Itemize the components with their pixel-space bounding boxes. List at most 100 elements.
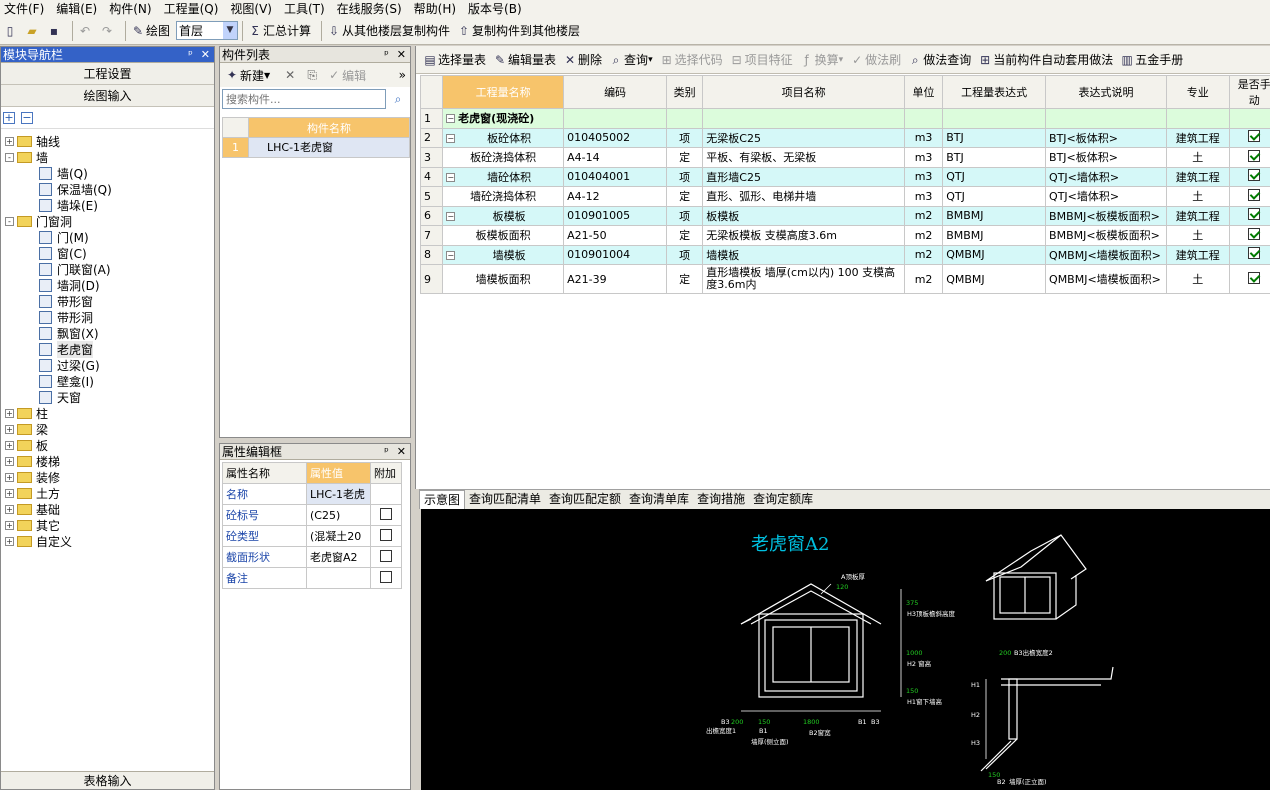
- quantity-cell-spec[interactable]: 土: [1166, 147, 1230, 168]
- quantity-cell-desc[interactable]: BTJ<板体积>: [1045, 147, 1168, 168]
- expand-icon[interactable]: +: [5, 408, 14, 418]
- quantity-cell-expr[interactable]: QMBMJ: [942, 244, 1047, 265]
- draw-button[interactable]: ✎ 绘图: [130, 22, 170, 39]
- component-row[interactable]: 1 LHC-1老虎窗: [222, 137, 410, 158]
- menu-item[interactable]: 编辑(E): [56, 0, 97, 17]
- quantity-tool-3[interactable]: ⌕ 查询 ▾: [608, 51, 653, 68]
- quantity-tool-5[interactable]: ⊟ 项目特征: [729, 51, 793, 68]
- tree-folder[interactable]: + 板: [1, 437, 214, 453]
- quantity-cell-name[interactable]: 板砼浇捣体积: [442, 147, 565, 168]
- property-row[interactable]: 截面形状 老虎窗A2: [222, 546, 402, 568]
- delete-icon[interactable]: ✕: [282, 67, 298, 83]
- quantity-cell-proj[interactable]: 墙模板: [702, 244, 905, 265]
- quantity-cell-spec[interactable]: 建筑工程: [1166, 205, 1230, 226]
- menu-item[interactable]: 文件(F): [4, 0, 44, 17]
- quantity-cell-spec[interactable]: 建筑工程: [1166, 166, 1230, 187]
- bottom-tab[interactable]: 查询匹配定额: [545, 490, 625, 509]
- quantity-cell-spec[interactable]: [1166, 108, 1230, 129]
- quantity-cell-cat[interactable]: 项: [665, 205, 704, 226]
- quantity-tool-4[interactable]: ⊞ 选择代码: [659, 51, 723, 68]
- quantity-cell-name[interactable]: − 板模板: [442, 205, 565, 226]
- save-button[interactable]: ▪: [46, 23, 62, 39]
- tree-item[interactable]: 带形洞: [1, 309, 214, 325]
- tree-folder[interactable]: + 基础: [1, 501, 214, 517]
- quantity-cell-proj[interactable]: 平板、有梁板、无梁板: [702, 147, 905, 168]
- manual-checkbox[interactable]: [1248, 271, 1261, 284]
- quantity-cell-spec[interactable]: 建筑工程: [1166, 127, 1230, 148]
- quantity-header[interactable]: 表达式说明: [1045, 75, 1168, 109]
- menu-item[interactable]: 版本号(B): [468, 0, 522, 17]
- expand-all-icon[interactable]: +: [3, 111, 15, 124]
- quantity-cell-code[interactable]: A21-39: [563, 264, 667, 294]
- tree-item[interactable]: 保温墙(Q): [1, 181, 214, 197]
- quantity-row[interactable]: 2− 板砼体积 010405002 项无梁板C25 m3 BTJ BTJ<板体积> 建筑工程: [419, 127, 1270, 148]
- close-icon[interactable]: ✕: [201, 48, 210, 61]
- expand-icon[interactable]: +: [5, 440, 14, 450]
- collapse-icon[interactable]: −: [446, 133, 456, 143]
- close-icon[interactable]: ✕: [397, 445, 406, 458]
- tree-item[interactable]: 门(M): [1, 229, 214, 245]
- property-row[interactable]: 砼类型 (混凝土20: [222, 525, 402, 547]
- bottom-tab[interactable]: 示意图: [419, 490, 466, 509]
- property-row[interactable]: 砼标号 (C25): [222, 504, 402, 526]
- manual-checkbox[interactable]: [1248, 149, 1261, 162]
- tree-item[interactable]: 天窗: [1, 389, 214, 405]
- quantity-cell-unit[interactable]: m2: [903, 264, 944, 294]
- quantity-header[interactable]: 专业: [1166, 75, 1230, 109]
- quantity-cell-proj[interactable]: [702, 108, 905, 129]
- expand-icon[interactable]: +: [5, 456, 14, 466]
- project-settings-button[interactable]: 工程设置: [1, 63, 214, 85]
- pin-icon[interactable]: ᵖ: [188, 48, 193, 61]
- quantity-tool-7[interactable]: ✓ 做法刷: [849, 51, 901, 68]
- tree-folder[interactable]: + 柱: [1, 405, 214, 421]
- property-value[interactable]: [306, 567, 371, 589]
- quantity-header[interactable]: 编码: [563, 75, 667, 109]
- quantity-cell-unit[interactable]: m3: [903, 186, 944, 207]
- quantity-cell-proj[interactable]: 无梁板C25: [702, 127, 905, 148]
- tree-item[interactable]: 墙垛(E): [1, 197, 214, 213]
- quantity-cell-expr[interactable]: QTJ: [942, 166, 1047, 187]
- property-row[interactable]: 名称 LHC-1老虎: [222, 483, 402, 505]
- collapse-icon[interactable]: −: [446, 250, 456, 260]
- property-checkbox[interactable]: [380, 528, 392, 541]
- quantity-cell-unit[interactable]: m3: [903, 127, 944, 148]
- quantity-cell-desc[interactable]: [1045, 108, 1168, 129]
- expand-icon[interactable]: +: [5, 504, 14, 514]
- quantity-cell-name[interactable]: − 板砼体积: [442, 127, 565, 148]
- pin-icon[interactable]: ᵖ: [384, 445, 389, 458]
- quantity-tool-9[interactable]: ⊞ 当前构件自动套用做法: [977, 51, 1113, 68]
- quantity-cell-name[interactable]: − 老虎窗(现浇砼): [442, 108, 565, 129]
- property-value[interactable]: 老虎窗A2: [306, 546, 371, 568]
- quantity-row[interactable]: 6− 板模板 010901005 项板模板 m2 BMBMJ BMBMJ<板模板面积> 建筑工…: [419, 205, 1270, 226]
- expand-icon[interactable]: +: [5, 424, 14, 434]
- menu-item[interactable]: 视图(V): [230, 0, 272, 17]
- expand-icon[interactable]: +: [5, 472, 14, 482]
- quantity-cell-expr[interactable]: BTJ: [942, 127, 1047, 148]
- quantity-cell-spec[interactable]: 建筑工程: [1166, 244, 1230, 265]
- tree-folder[interactable]: - 门窗洞: [1, 213, 214, 229]
- property-value[interactable]: (混凝土20: [306, 525, 371, 547]
- quantity-row[interactable]: 8− 墙模板 010901004 项墙模板 m2 QMBMJ QMBMJ<墙模板面积> 建筑工…: [419, 244, 1270, 265]
- quantity-cell-name[interactable]: 墙砼浇捣体积: [442, 186, 565, 207]
- tree-item[interactable]: 墙(Q): [1, 165, 214, 181]
- quantity-cell-code[interactable]: 010404001: [563, 166, 667, 187]
- quantity-cell-proj[interactable]: 直形墙C25: [702, 166, 905, 187]
- bottom-tab[interactable]: 查询措施: [693, 490, 749, 509]
- quantity-cell-expr[interactable]: BTJ: [942, 147, 1047, 168]
- collapse-icon[interactable]: -: [5, 152, 14, 162]
- bottom-tab[interactable]: 查询清单库: [625, 490, 693, 509]
- menu-item[interactable]: 帮助(H): [414, 0, 456, 17]
- copy-from-floor-button[interactable]: ⇩ 从其他楼层复制构件: [326, 22, 450, 39]
- property-row[interactable]: 备注: [222, 567, 402, 589]
- quantity-cell-cat[interactable]: 项: [665, 127, 704, 148]
- quantity-cell-expr[interactable]: BMBMJ: [942, 225, 1047, 246]
- table-input-button[interactable]: 表格输入: [1, 771, 214, 789]
- expand-icon[interactable]: +: [5, 488, 14, 498]
- tree-item[interactable]: 老虎窗: [1, 340, 214, 358]
- quantity-row[interactable]: 1− 老虎窗(现浇砼): [419, 108, 1270, 129]
- quantity-cell-desc[interactable]: BMBMJ<板模板面积>: [1045, 205, 1168, 226]
- menu-item[interactable]: 工程量(Q): [164, 0, 219, 17]
- quantity-tool-2[interactable]: ✕ 删除: [562, 51, 602, 68]
- quantity-cell-desc[interactable]: QTJ<墙体积>: [1045, 166, 1168, 187]
- collapse-all-icon[interactable]: −: [21, 111, 33, 124]
